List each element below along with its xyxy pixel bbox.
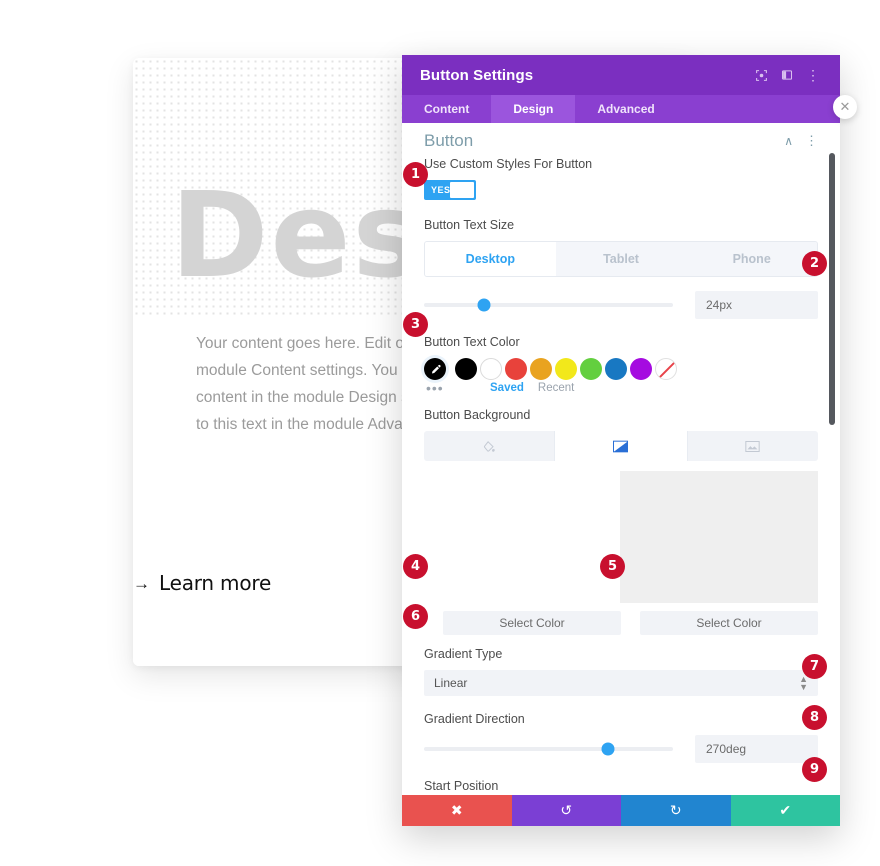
annotation-marker-7: 7 [802,654,827,679]
gradient-direction-value[interactable]: 270deg [695,735,818,763]
target-icon[interactable] [748,62,774,88]
cancel-button[interactable]: ✖ [402,795,512,826]
kebab-menu-icon[interactable]: ⋮ [800,62,826,88]
field-gradient-type: Gradient Type Linear ▲ ▼ [402,647,840,696]
button-settings-modal: Button Settings ⋮ Content Design Advance… [402,55,840,826]
swatch-white[interactable] [480,358,502,380]
close-modal-button[interactable]: ✕ [833,95,857,119]
learn-more-button[interactable]: → Learn more [133,561,272,603]
section-kebab-icon[interactable]: ⋮ [805,133,818,149]
watermark-heading: b Des [133,166,425,304]
section-title: Button [424,131,474,150]
slider-track [424,303,673,307]
gradient-direction-label: Gradient Direction [424,712,525,726]
button-text-size-slider[interactable] [424,295,673,315]
swatch-green[interactable] [580,358,602,380]
scrollbar-thumb[interactable] [829,153,835,425]
learn-more-label: Learn more [159,571,272,595]
field-button-background: Button Background Select Color Select Co… [402,408,840,635]
undo-button[interactable]: ↺ [511,795,621,826]
start-position-label: Start Position [424,779,499,793]
swatch-purple[interactable] [630,358,652,380]
recent-colors-link[interactable]: Recent [538,382,574,394]
select-color-row: Select Color Select Color [424,611,818,635]
slider-knob[interactable] [477,298,491,312]
color-swatch-row [424,358,818,380]
modal-header: Button Settings ⋮ [402,55,840,95]
saved-colors-link[interactable]: Saved [490,382,524,394]
background-image-tab[interactable] [687,431,818,461]
gradient-preview-wrap [424,471,818,603]
modal-footer-actions: ✖ ↺ ↻ ✔ [402,795,840,826]
modal-title: Button Settings [420,66,534,84]
color-picker-swatch[interactable] [424,358,446,380]
gradient-preview [620,471,818,603]
annotation-marker-4: 4 [403,554,428,579]
device-tab-tablet[interactable]: Tablet [555,242,687,276]
toggle-value-label: YES [431,185,451,195]
device-tab-group: Desktop Tablet Phone [424,241,818,277]
chevron-updown-icon: ▲ ▼ [799,674,808,692]
gradient-type-value: Linear [434,676,468,690]
tab-design[interactable]: Design [491,95,576,123]
button-text-size-slider-row: 24px [424,291,818,319]
modal-scroll-body: Button ∧ ⋮ Use Custom Styles For Button … [402,123,840,795]
device-tab-desktop[interactable]: Desktop [425,242,556,276]
toggle-knob [450,182,474,198]
select-color-button-2[interactable]: Select Color [640,611,818,635]
annotation-marker-6: 6 [403,604,428,629]
slider-knob[interactable] [601,742,615,756]
device-tab-phone[interactable]: Phone [686,242,817,276]
gradient-type-select[interactable]: Linear ▲ ▼ [424,670,818,696]
tab-content[interactable]: Content [402,95,491,123]
tab-advanced[interactable]: Advanced [575,95,676,123]
swatch-black[interactable] [455,358,477,380]
annotation-marker-5: 5 [600,554,625,579]
layout-panel-icon[interactable] [774,62,800,88]
field-button-text-color: Button Text Color ••• Saved Recent [402,335,840,395]
gradient-type-label: Gradient Type [424,647,503,661]
slider-track [424,747,673,751]
button-text-size-label: Button Text Size [424,218,515,232]
swatch-no-color[interactable] [655,358,677,380]
annotation-marker-9: 9 [802,757,827,782]
chevron-up-icon[interactable]: ∧ [784,134,793,148]
gradient-direction-slider[interactable] [424,739,673,759]
swatch-orange[interactable] [530,358,552,380]
button-background-label: Button Background [424,408,531,422]
use-custom-styles-toggle[interactable]: YES [424,180,476,200]
button-text-color-label: Button Text Color [424,335,520,349]
field-button-text-size: Button Text Size Desktop Tablet Phone 24… [402,218,840,319]
swatch-blue[interactable] [605,358,627,380]
background-gradient-tab[interactable] [555,431,687,461]
section-header-button[interactable]: Button ∧ ⋮ [402,123,840,157]
annotation-marker-2: 2 [802,251,827,276]
background-type-tabs [424,431,818,461]
annotation-marker-3: 3 [403,312,428,337]
redo-button[interactable]: ↻ [621,795,731,826]
save-button[interactable]: ✔ [730,795,840,826]
arrow-right-icon: → [133,573,150,593]
modal-tab-bar: Content Design Advanced [402,95,840,123]
swatch-red[interactable] [505,358,527,380]
swatch-yellow[interactable] [555,358,577,380]
field-use-custom-styles: Use Custom Styles For Button YES [402,157,840,200]
gradient-direction-slider-row: 270deg [424,735,818,763]
annotation-marker-1: 1 [403,162,428,187]
swatch-meta-row: ••• Saved Recent [424,381,818,395]
use-custom-styles-label: Use Custom Styles For Button [424,157,593,171]
button-text-size-value[interactable]: 24px [695,291,818,319]
annotation-marker-8: 8 [802,705,827,730]
select-color-button-1[interactable]: Select Color [443,611,621,635]
field-start-position: Start Position 50% [402,779,840,795]
field-gradient-direction: Gradient Direction 270deg [402,712,840,763]
background-color-tab[interactable] [424,431,555,461]
more-colors-icon[interactable]: ••• [426,381,476,395]
